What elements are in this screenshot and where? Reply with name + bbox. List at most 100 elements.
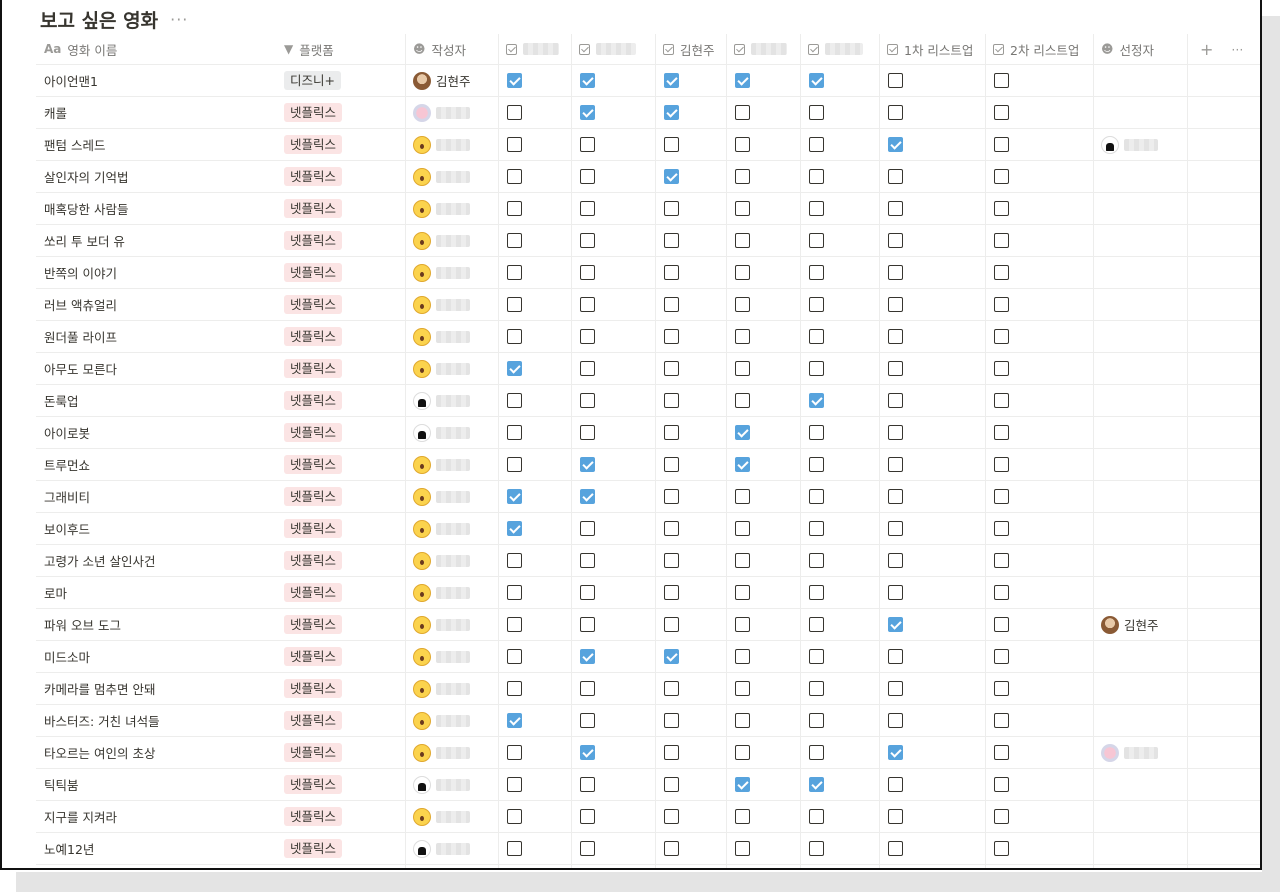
platform-cell[interactable]: 넷플릭스 <box>277 577 406 608</box>
platform-cell[interactable]: 넷플릭스 <box>277 481 406 512</box>
unchecked-checkbox[interactable] <box>664 553 679 568</box>
unchecked-checkbox[interactable] <box>888 649 903 664</box>
unchecked-checkbox[interactable] <box>507 585 522 600</box>
checked-checkbox[interactable] <box>507 361 522 376</box>
author-cell[interactable] <box>406 673 499 704</box>
table-row[interactable]: 고령가 소년 살인사건 넷플릭스 <box>36 545 1260 577</box>
unchecked-checkbox[interactable] <box>664 777 679 792</box>
unchecked-checkbox[interactable] <box>580 265 595 280</box>
unchecked-checkbox[interactable] <box>994 73 1009 88</box>
unchecked-checkbox[interactable] <box>994 297 1009 312</box>
platform-cell[interactable]: 넷플릭스 <box>277 417 406 448</box>
author-cell[interactable] <box>406 449 499 480</box>
movie-name-cell[interactable]: 반쪽의 이야기 <box>36 257 277 288</box>
unchecked-checkbox[interactable] <box>580 585 595 600</box>
column-header-check-4[interactable] <box>727 34 801 64</box>
unchecked-checkbox[interactable] <box>507 681 522 696</box>
movie-name-cell[interactable]: 원더풀 라이프 <box>36 321 277 352</box>
movie-name-cell[interactable]: 카메라를 멈추면 안돼 <box>36 673 277 704</box>
unchecked-checkbox[interactable] <box>507 137 522 152</box>
unchecked-checkbox[interactable] <box>580 553 595 568</box>
table-row[interactable]: 지구를 지켜라 넷플릭스 <box>36 801 1260 833</box>
selector-cell[interactable] <box>1094 353 1188 384</box>
unchecked-checkbox[interactable] <box>664 329 679 344</box>
unchecked-checkbox[interactable] <box>507 169 522 184</box>
checked-checkbox[interactable] <box>888 745 903 760</box>
author-cell[interactable] <box>406 641 499 672</box>
platform-cell[interactable]: 넷플릭스 <box>277 737 406 768</box>
unchecked-checkbox[interactable] <box>507 617 522 632</box>
unchecked-checkbox[interactable] <box>580 233 595 248</box>
unchecked-checkbox[interactable] <box>507 233 522 248</box>
unchecked-checkbox[interactable] <box>994 585 1009 600</box>
column-header-check-1[interactable] <box>499 34 572 64</box>
unchecked-checkbox[interactable] <box>809 425 824 440</box>
selector-cell[interactable] <box>1094 545 1188 576</box>
unchecked-checkbox[interactable] <box>994 617 1009 632</box>
column-header-check-5[interactable] <box>801 34 880 64</box>
platform-cell[interactable]: 넷플릭스 <box>277 257 406 288</box>
checked-checkbox[interactable] <box>507 713 522 728</box>
checked-checkbox[interactable] <box>888 617 903 632</box>
unchecked-checkbox[interactable] <box>580 425 595 440</box>
checked-checkbox[interactable] <box>809 777 824 792</box>
table-row[interactable]: 원더풀 라이프 넷플릭스 <box>36 321 1260 353</box>
movie-name-cell[interactable]: 러브 액츄얼리 <box>36 289 277 320</box>
author-cell[interactable] <box>406 801 499 832</box>
unchecked-checkbox[interactable] <box>507 457 522 472</box>
unchecked-checkbox[interactable] <box>580 169 595 184</box>
unchecked-checkbox[interactable] <box>809 521 824 536</box>
unchecked-checkbox[interactable] <box>888 265 903 280</box>
unchecked-checkbox[interactable] <box>664 361 679 376</box>
unchecked-checkbox[interactable] <box>888 681 903 696</box>
column-header-platform[interactable]: ▼ 플랫폼 <box>277 34 406 64</box>
movie-name-cell[interactable]: 로마 <box>36 577 277 608</box>
unchecked-checkbox[interactable] <box>735 393 750 408</box>
unchecked-checkbox[interactable] <box>888 521 903 536</box>
table-row[interactable]: 쏘리 투 보더 유 넷플릭스 <box>36 225 1260 257</box>
unchecked-checkbox[interactable] <box>994 777 1009 792</box>
unchecked-checkbox[interactable] <box>664 233 679 248</box>
selector-cell[interactable] <box>1094 289 1188 320</box>
platform-cell[interactable]: 넷플릭스 <box>277 97 406 128</box>
platform-cell[interactable]: 넷플릭스 <box>277 321 406 352</box>
unchecked-checkbox[interactable] <box>664 585 679 600</box>
unchecked-checkbox[interactable] <box>888 297 903 312</box>
column-header-check-2[interactable] <box>572 34 656 64</box>
unchecked-checkbox[interactable] <box>994 105 1009 120</box>
column-header-check-6[interactable]: 1차 리스트업 <box>880 34 986 64</box>
unchecked-checkbox[interactable] <box>507 297 522 312</box>
unchecked-checkbox[interactable] <box>664 713 679 728</box>
table-row[interactable]: 아이로봇 넷플릭스 <box>36 417 1260 449</box>
author-cell[interactable] <box>406 385 499 416</box>
platform-cell[interactable]: 넷플릭스 <box>277 449 406 480</box>
unchecked-checkbox[interactable] <box>809 457 824 472</box>
unchecked-checkbox[interactable] <box>888 233 903 248</box>
unchecked-checkbox[interactable] <box>507 745 522 760</box>
unchecked-checkbox[interactable] <box>664 201 679 216</box>
unchecked-checkbox[interactable] <box>735 233 750 248</box>
checked-checkbox[interactable] <box>664 105 679 120</box>
platform-cell[interactable]: 넷플릭스 <box>277 705 406 736</box>
movie-name-cell[interactable]: 틱틱붐 <box>36 769 277 800</box>
unchecked-checkbox[interactable] <box>664 617 679 632</box>
checked-checkbox[interactable] <box>580 489 595 504</box>
unchecked-checkbox[interactable] <box>664 137 679 152</box>
platform-cell[interactable]: 넷플릭스 <box>277 673 406 704</box>
unchecked-checkbox[interactable] <box>809 169 824 184</box>
movie-name-cell[interactable]: 그래비티 <box>36 481 277 512</box>
table-row[interactable]: 보이후드 넷플릭스 <box>36 513 1260 545</box>
selector-cell[interactable] <box>1094 193 1188 224</box>
unchecked-checkbox[interactable] <box>994 457 1009 472</box>
platform-cell[interactable]: 넷플릭스 <box>277 609 406 640</box>
author-cell[interactable] <box>406 321 499 352</box>
author-cell[interactable] <box>406 865 499 868</box>
unchecked-checkbox[interactable] <box>888 489 903 504</box>
platform-cell[interactable]: 넷플릭스 <box>277 641 406 672</box>
unchecked-checkbox[interactable] <box>664 457 679 472</box>
unchecked-checkbox[interactable] <box>735 137 750 152</box>
table-row[interactable]: 매혹당한 사람들 넷플릭스 <box>36 193 1260 225</box>
unchecked-checkbox[interactable] <box>664 681 679 696</box>
unchecked-checkbox[interactable] <box>735 329 750 344</box>
author-cell[interactable] <box>406 289 499 320</box>
